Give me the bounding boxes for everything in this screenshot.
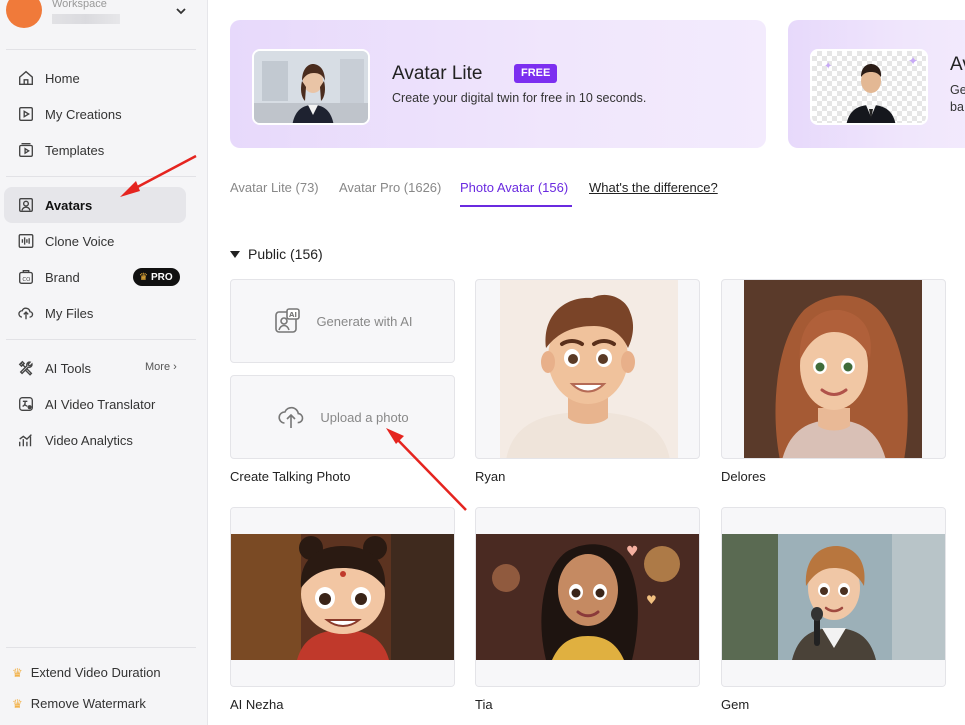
avatar-ryan-image <box>500 280 678 458</box>
avatar-name: Tia <box>475 697 493 712</box>
avatar-card-delores[interactable] <box>721 279 946 459</box>
templates-icon <box>16 140 36 160</box>
section-public[interactable]: Public (156) <box>230 246 323 262</box>
more-link[interactable]: More › <box>145 361 177 373</box>
active-tab-indicator <box>460 205 572 207</box>
sidebar-item-video-analytics[interactable]: Video Analytics <box>4 422 186 458</box>
avatar-name: Delores <box>721 469 766 484</box>
svg-text:CO: CO <box>22 277 30 283</box>
banner-title: Avatar Lite <box>392 63 483 84</box>
avatar-ai-nezha-image <box>231 508 454 686</box>
sidebar-item-label: AI Tools <box>45 360 92 376</box>
brand-icon: CO <box>16 267 36 287</box>
pro-badge: ♛ PRO <box>133 268 180 286</box>
caret-down-icon <box>230 250 240 258</box>
generate-with-ai-button[interactable]: AI Generate with AI <box>230 279 455 363</box>
svg-text:✦: ✦ <box>908 54 918 68</box>
svg-text:♥: ♥ <box>646 593 657 607</box>
sidebar: Workspace Home My Creations Templates Av… <box>0 0 208 725</box>
tools-icon <box>16 358 36 378</box>
sidebar-item-label: Home <box>45 70 80 86</box>
sidebar-item-ai-video-translator[interactable]: AI Video Translator <box>4 386 186 422</box>
extend-video-duration-link[interactable]: ♛ Extend Video Duration <box>12 665 161 680</box>
workspace-name-blurred <box>52 14 120 24</box>
divider <box>6 647 196 648</box>
divider <box>6 176 196 177</box>
waveform-icon <box>16 231 36 251</box>
workspace-label: Workspace <box>52 0 107 10</box>
avatar-gem-image <box>722 508 945 686</box>
sidebar-item-label: AI Video Translator <box>45 396 156 412</box>
remove-watermark-link[interactable]: ♛ Remove Watermark <box>12 696 146 711</box>
avatar-name: Ryan <box>475 469 506 484</box>
sidebar-item-label: Brand <box>45 269 80 285</box>
sidebar-item-label: Clone Voice <box>45 233 115 249</box>
whats-the-difference-link[interactable]: What's the difference? <box>589 180 718 195</box>
cloud-upload-icon <box>278 406 304 428</box>
avatar-tia-image: ♥ ♥ <box>476 508 699 686</box>
tab-avatar-lite[interactable]: Avatar Lite (73) <box>230 180 319 195</box>
create-talking-photo-label: Create Talking Photo <box>230 469 351 484</box>
home-icon <box>16 68 36 88</box>
divider <box>6 49 196 50</box>
analytics-icon <box>16 430 36 450</box>
svg-text:✦: ✦ <box>824 61 832 72</box>
avatar-card-ryan[interactable] <box>475 279 700 459</box>
sidebar-item-label: Avatars <box>45 197 93 213</box>
sidebar-item-label: My Creations <box>45 106 122 122</box>
tab-avatar-pro[interactable]: Avatar Pro (1626) <box>339 180 441 195</box>
avatar-delores-image <box>744 280 922 458</box>
avatar-pro-banner[interactable]: ✦ ✦ Av Ge ba <box>788 20 965 148</box>
avatar-name: AI Nezha <box>230 697 284 712</box>
svg-text:AI: AI <box>289 311 297 319</box>
sidebar-item-ai-tools[interactable]: AI Tools More › <box>4 350 186 386</box>
crown-icon: ♛ <box>12 696 23 711</box>
banner-subtitle: Create your digital twin for free in 10 … <box>392 91 647 105</box>
workspace-avatar <box>6 0 42 28</box>
workspace-switcher[interactable]: Workspace <box>0 0 200 38</box>
svg-text:♥: ♥ <box>626 544 639 560</box>
chevron-down-icon[interactable] <box>174 4 188 18</box>
tab-photo-avatar[interactable]: Photo Avatar (156) <box>460 180 568 195</box>
sidebar-item-clone-voice[interactable]: Clone Voice <box>4 223 186 259</box>
sidebar-item-home[interactable]: Home <box>4 60 186 96</box>
main-content: Avatar Lite FREE Create your digital twi… <box>208 0 965 725</box>
banner-subtitle: Ge ba <box>950 83 965 114</box>
cloud-upload-icon <box>16 303 36 323</box>
sidebar-item-label: Templates <box>45 142 105 158</box>
avatar-card-gem[interactable] <box>721 507 946 687</box>
banner-avatar-image: ✦ ✦ <box>810 49 928 125</box>
divider <box>6 339 196 340</box>
crown-icon: ♛ <box>139 271 148 283</box>
banner-avatar-image <box>252 49 370 125</box>
sidebar-item-avatars[interactable]: Avatars <box>4 187 186 223</box>
banner-title: Av <box>950 54 965 75</box>
sidebar-item-my-files[interactable]: My Files <box>4 295 186 331</box>
translate-icon <box>16 394 36 414</box>
play-square-icon <box>16 104 36 124</box>
ai-generate-icon: AI <box>275 308 301 333</box>
sidebar-item-label: My Files <box>45 305 94 321</box>
avatar-lite-banner[interactable]: Avatar Lite FREE Create your digital twi… <box>230 20 766 148</box>
avatar-icon <box>16 195 36 215</box>
avatar-name: Gem <box>721 697 750 712</box>
sidebar-item-brand[interactable]: CO Brand ♛ PRO <box>4 259 186 295</box>
avatar-card-tia[interactable]: ♥ ♥ <box>475 507 700 687</box>
sidebar-item-templates[interactable]: Templates <box>4 132 186 168</box>
free-badge: FREE <box>514 64 558 83</box>
avatar-card-ai-nezha[interactable] <box>230 507 455 687</box>
sidebar-item-label: Video Analytics <box>45 432 133 448</box>
upload-photo-button[interactable]: Upload a photo <box>230 375 455 459</box>
sidebar-item-my-creations[interactable]: My Creations <box>4 96 186 132</box>
crown-icon: ♛ <box>12 665 23 680</box>
